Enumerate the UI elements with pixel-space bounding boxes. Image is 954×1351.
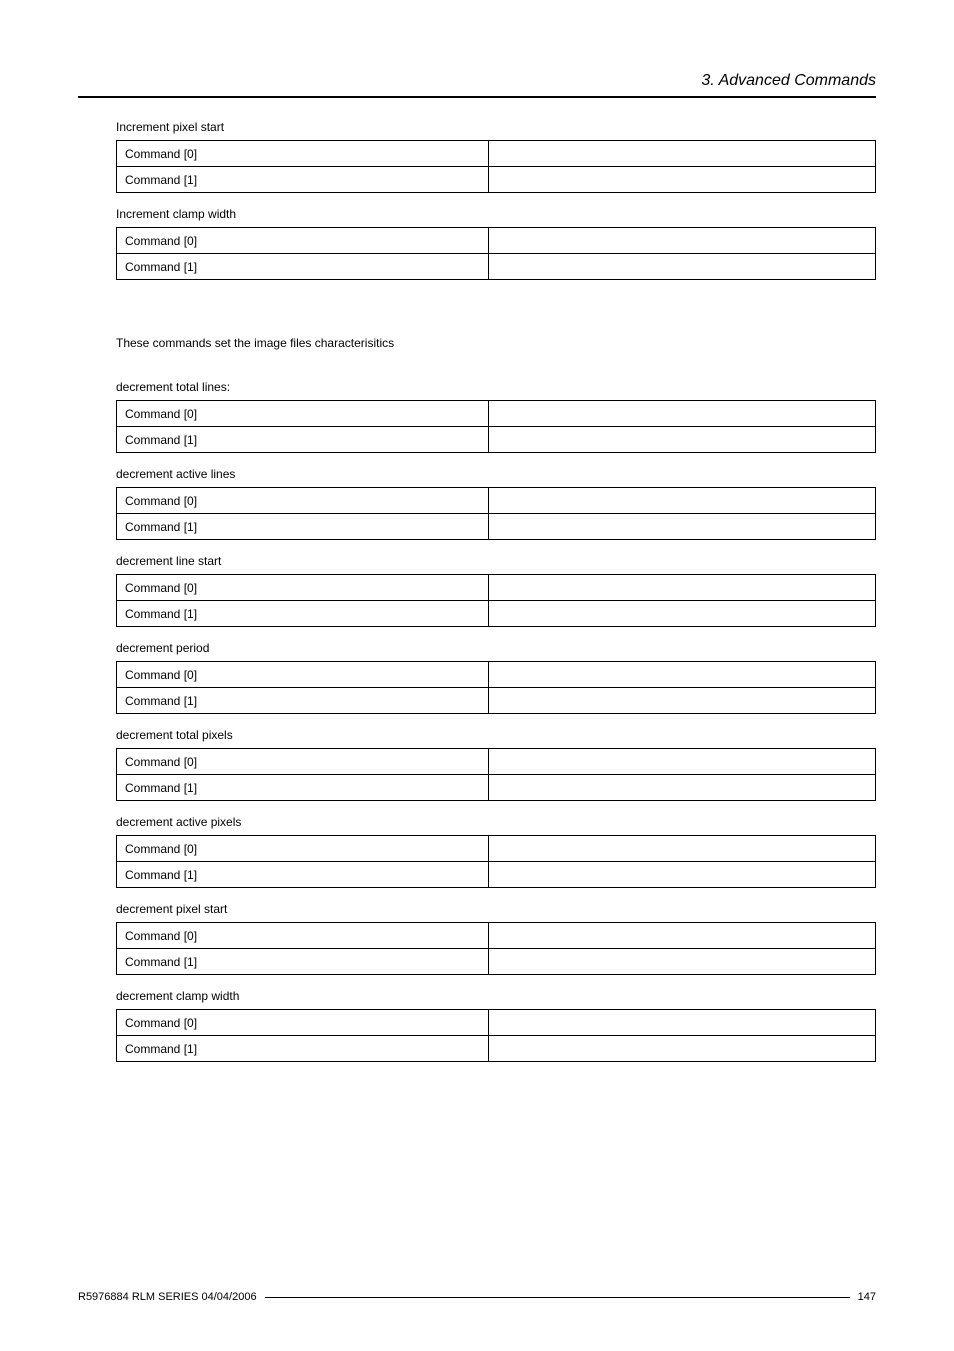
cell-value (488, 1010, 875, 1036)
cell-value (488, 688, 875, 714)
cell-label: Command [0] (117, 749, 489, 775)
cell-label: Command [1] (117, 427, 489, 453)
cell-value (488, 1036, 875, 1062)
caption: decrement clamp width (116, 989, 876, 1003)
cell-value (488, 167, 875, 193)
page: 3. Advanced Commands Increment pixel sta… (0, 0, 954, 1351)
command-table: Command [0] Command [1] (116, 1009, 876, 1062)
cell-value (488, 836, 875, 862)
caption: decrement pixel start (116, 902, 876, 916)
table-row: Command [0] (117, 228, 876, 254)
cell-value (488, 862, 875, 888)
cell-label: Command [0] (117, 488, 489, 514)
cell-value (488, 575, 875, 601)
cell-value (488, 601, 875, 627)
description: These commands set the image files chara… (116, 336, 876, 350)
table-row: Command [1] (117, 601, 876, 627)
caption: decrement active pixels (116, 815, 876, 829)
cell-value (488, 401, 875, 427)
table-row: Command [0] (117, 401, 876, 427)
table-row: Command [1] (117, 514, 876, 540)
cell-label: Command [1] (117, 514, 489, 540)
cell-value (488, 662, 875, 688)
cell-value (488, 254, 875, 280)
cell-label: Command [0] (117, 575, 489, 601)
cell-value (488, 141, 875, 167)
table-row: Command [1] (117, 862, 876, 888)
cell-label: Command [0] (117, 836, 489, 862)
caption: decrement line start (116, 554, 876, 568)
table-row: Command [1] (117, 688, 876, 714)
command-table: Command [0] Command [1] (116, 400, 876, 453)
table-row: Command [1] (117, 1036, 876, 1062)
cell-label: Command [1] (117, 167, 489, 193)
table-row: Command [1] (117, 254, 876, 280)
table-row: Command [0] (117, 923, 876, 949)
page-footer: R5976884 RLM SERIES 04/04/2006 147 (78, 1291, 876, 1303)
command-table: Command [0] Command [1] (116, 140, 876, 193)
cell-label: Command [0] (117, 662, 489, 688)
command-table: Command [0] Command [1] (116, 922, 876, 975)
caption: decrement period (116, 641, 876, 655)
footer-rule (265, 1297, 850, 1298)
content: Increment pixel start Command [0] Comman… (78, 120, 876, 1062)
cell-value (488, 427, 875, 453)
cell-label: Command [1] (117, 688, 489, 714)
command-table: Command [0] Command [1] (116, 227, 876, 280)
cell-value (488, 228, 875, 254)
caption: Increment pixel start (116, 120, 876, 134)
footer-page-number: 147 (858, 1291, 876, 1303)
cell-value (488, 488, 875, 514)
cell-value (488, 749, 875, 775)
command-table: Command [0] Command [1] (116, 748, 876, 801)
command-table: Command [0] Command [1] (116, 574, 876, 627)
command-table: Command [0] Command [1] (116, 487, 876, 540)
cell-label: Command [0] (117, 228, 489, 254)
header-title: 3. Advanced Commands (701, 72, 876, 89)
command-table: Command [0] Command [1] (116, 661, 876, 714)
cell-label: Command [1] (117, 775, 489, 801)
table-row: Command [0] (117, 1010, 876, 1036)
table-row: Command [0] (117, 141, 876, 167)
caption: Increment clamp width (116, 207, 876, 221)
table-row: Command [1] (117, 775, 876, 801)
table-row: Command [0] (117, 488, 876, 514)
table-row: Command [0] (117, 575, 876, 601)
caption: decrement active lines (116, 467, 876, 481)
table-row: Command [1] (117, 427, 876, 453)
cell-label: Command [1] (117, 862, 489, 888)
cell-value (488, 775, 875, 801)
cell-label: Command [1] (117, 949, 489, 975)
caption: decrement total lines: (116, 380, 876, 394)
table-row: Command [1] (117, 949, 876, 975)
cell-value (488, 514, 875, 540)
cell-label: Command [1] (117, 601, 489, 627)
table-row: Command [0] (117, 662, 876, 688)
cell-label: Command [1] (117, 254, 489, 280)
command-table: Command [0] Command [1] (116, 835, 876, 888)
table-row: Command [1] (117, 167, 876, 193)
table-row: Command [0] (117, 749, 876, 775)
page-header: 3. Advanced Commands (78, 72, 876, 98)
cell-label: Command [0] (117, 141, 489, 167)
cell-value (488, 949, 875, 975)
cell-label: Command [0] (117, 1010, 489, 1036)
table-row: Command [0] (117, 836, 876, 862)
footer-doc-id: R5976884 RLM SERIES 04/04/2006 (78, 1291, 257, 1303)
cell-label: Command [0] (117, 923, 489, 949)
cell-label: Command [1] (117, 1036, 489, 1062)
caption: decrement total pixels (116, 728, 876, 742)
cell-value (488, 923, 875, 949)
cell-label: Command [0] (117, 401, 489, 427)
